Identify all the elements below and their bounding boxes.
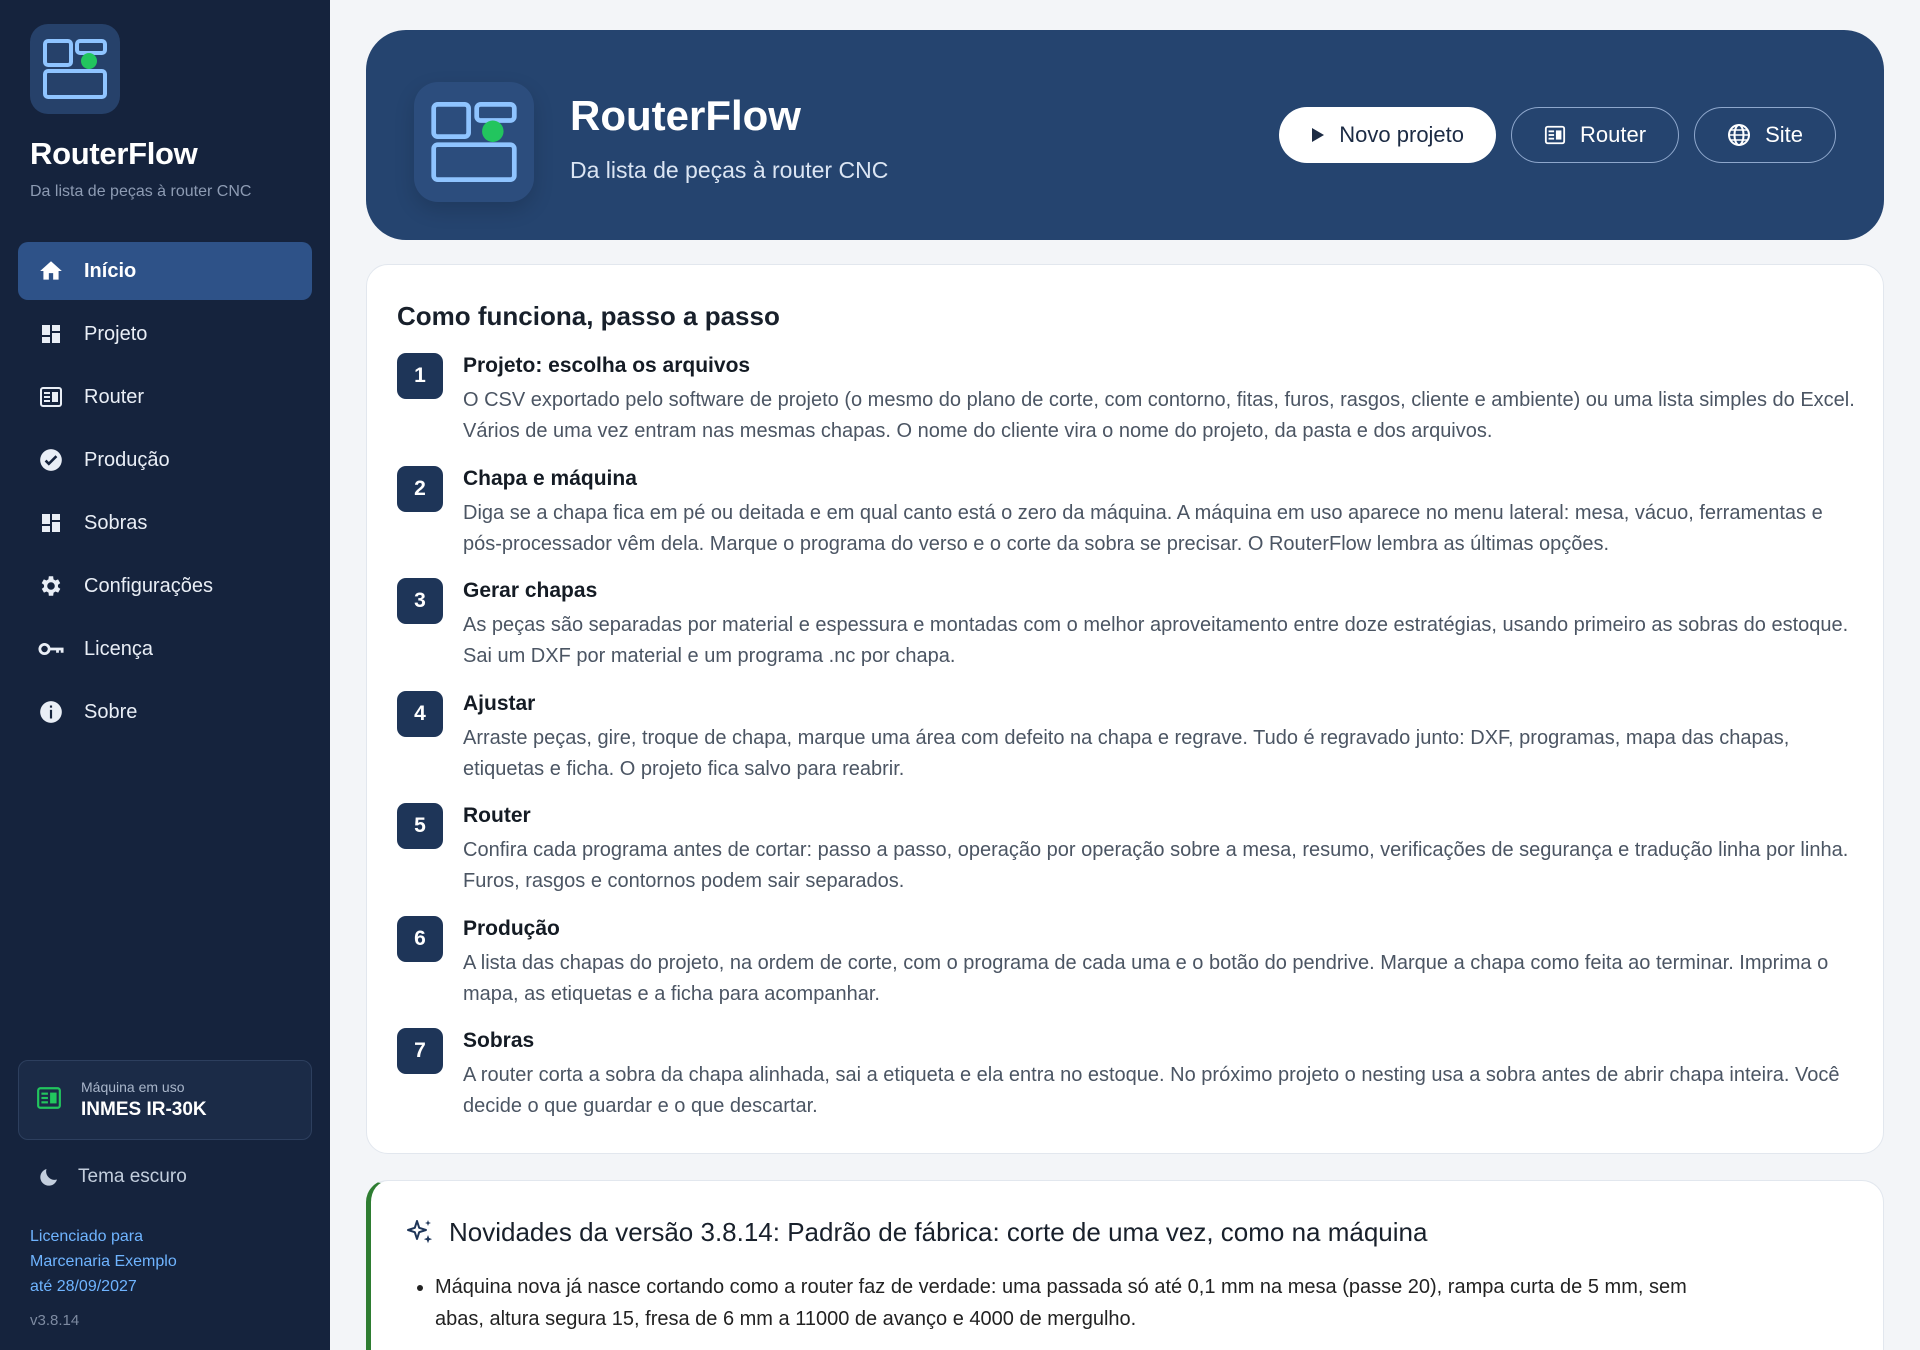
app-logo [30,24,120,114]
sidebar-item-label: Sobre [84,700,138,723]
machine-name: INMES IR-30K [81,1099,207,1120]
router-button[interactable]: Router [1511,107,1680,163]
step-item: 5 Router Confira cada programa antes de … [397,803,1857,897]
new-project-button[interactable]: Novo projeto [1279,107,1497,163]
step-number: 2 [397,466,443,512]
how-it-works-title: Como funciona, passo a passo [397,301,780,331]
step-text: A lista das chapas do projeto, na ordem … [463,952,1829,1005]
key-icon [38,636,64,662]
router-icon [38,384,64,410]
header-logo [414,82,534,202]
step-title: Ajustar [463,692,536,715]
license-line: Licenciado para [30,1228,143,1245]
whats-new-card: Novidades da versão 3.8.14: Padrão de fá… [366,1180,1884,1350]
sidebar-item-label: Configurações [84,574,213,597]
router-icon [1544,124,1566,146]
router-button-label: Router [1580,122,1647,147]
whats-new-list: Máquina nova já nasce cortando como a ro… [435,1271,1715,1343]
dashboard-icon [38,321,64,347]
step-title: Projeto: escolha os arquivos [463,354,751,377]
app-version: v3.8.14 [30,1312,80,1329]
sidebar-item-inicio[interactable]: Início [18,242,312,300]
list-item: Máquina nova já nasce cortando como a ro… [435,1271,1715,1335]
sidebar: RouterFlow Da lista de peças à router CN… [0,0,330,1350]
gear-icon [38,573,64,599]
step-text: Confira cada programa antes de cortar: p… [463,839,1849,892]
step-text: O CSV exportado pelo software de projeto… [463,389,1855,442]
step-number: 1 [397,353,443,399]
license-expiry: até 28/09/2027 [30,1278,137,1295]
step-item: 3 Gerar chapas As peças são separadas po… [397,578,1857,672]
sidebar-item-sobre[interactable]: Sobre [18,683,312,741]
step-number: 7 [397,1028,443,1074]
new-project-label: Novo projeto [1339,122,1465,147]
how-it-works-card: Como funciona, passo a passo 1 Projeto: … [366,264,1884,1154]
sidebar-item-sobras[interactable]: Sobras [18,494,312,552]
theme-toggle[interactable]: Tema escuro [36,1164,187,1190]
sparkle-icon [405,1218,435,1248]
sidebar-tagline: Da lista de peças à router CNC [30,183,252,200]
step-title: Router [463,804,531,827]
header-actions: Novo projeto Router Site [1279,107,1836,163]
step-item: 2 Chapa e máquina Diga se a chapa fica e… [397,466,1857,560]
page-subtitle: Da lista de peças à router CNC [570,157,889,183]
sidebar-item-producao[interactable]: Produção [18,431,312,489]
globe-icon [1727,123,1751,147]
sidebar-item-label: Sobras [84,511,148,534]
step-title: Sobras [463,1029,535,1052]
sidebar-item-label: Router [84,385,145,408]
theme-toggle-label: Tema escuro [78,1166,187,1187]
play-icon [1311,127,1325,143]
step-text: Diga se a chapa fica em pé ou deitada e … [463,502,1823,555]
step-text: Arraste peças, gire, troque de chapa, ma… [463,727,1790,780]
sidebar-item-label: Início [84,259,137,282]
step-number: 6 [397,916,443,962]
sidebar-nav: Início Projeto Router Produção Sobras Co… [18,242,312,746]
step-item: 7 Sobras A router corta a sobra da chapa… [397,1028,1857,1122]
site-button-label: Site [1765,122,1803,147]
sidebar-brand: RouterFlow [30,136,198,171]
page-title: RouterFlow [570,92,801,139]
check-circle-icon [38,447,64,473]
step-number: 5 [397,803,443,849]
whats-new-title: Novidades da versão 3.8.14: Padrão de fá… [405,1217,1427,1248]
sidebar-item-licenca[interactable]: Licença [18,620,312,678]
dashboard-icon [38,510,64,536]
sidebar-item-projeto[interactable]: Projeto [18,305,312,363]
router-icon [35,1085,63,1116]
step-title: Produção [463,917,560,940]
moon-icon [36,1164,62,1190]
step-number: 4 [397,691,443,737]
sidebar-item-router[interactable]: Router [18,368,312,426]
sidebar-item-label: Licença [84,637,153,660]
site-button[interactable]: Site [1694,107,1836,163]
whats-new-title-text: Novidades da versão 3.8.14: Padrão de fá… [449,1217,1428,1247]
license-info: Licenciado para Marcenaria Exemplo até 2… [30,1224,177,1299]
step-number: 3 [397,578,443,624]
license-holder: Marcenaria Exemplo [30,1253,177,1270]
sidebar-item-configuracoes[interactable]: Configurações [18,557,312,615]
step-item: 6 Produção A lista das chapas do projeto… [397,916,1857,1010]
step-item: 4 Ajustar Arraste peças, gire, troque de… [397,691,1857,785]
home-icon [38,258,64,284]
logo-icon [43,39,107,99]
step-text: As peças são separadas por material e es… [463,614,1849,667]
machine-in-use-card[interactable]: Máquina em uso INMES IR-30K [18,1060,312,1140]
sidebar-item-label: Projeto [84,322,148,345]
sidebar-item-label: Produção [84,448,170,471]
header-banner: RouterFlow Da lista de peças à router CN… [366,30,1884,240]
info-icon [38,699,64,725]
step-item: 1 Projeto: escolha os arquivos O CSV exp… [397,353,1857,447]
step-title: Gerar chapas [463,579,598,602]
machine-label: Máquina em uso [81,1079,185,1095]
step-text: A router corta a sobra da chapa alinhada… [463,1064,1840,1117]
logo-icon [431,102,517,182]
step-title: Chapa e máquina [463,467,637,490]
